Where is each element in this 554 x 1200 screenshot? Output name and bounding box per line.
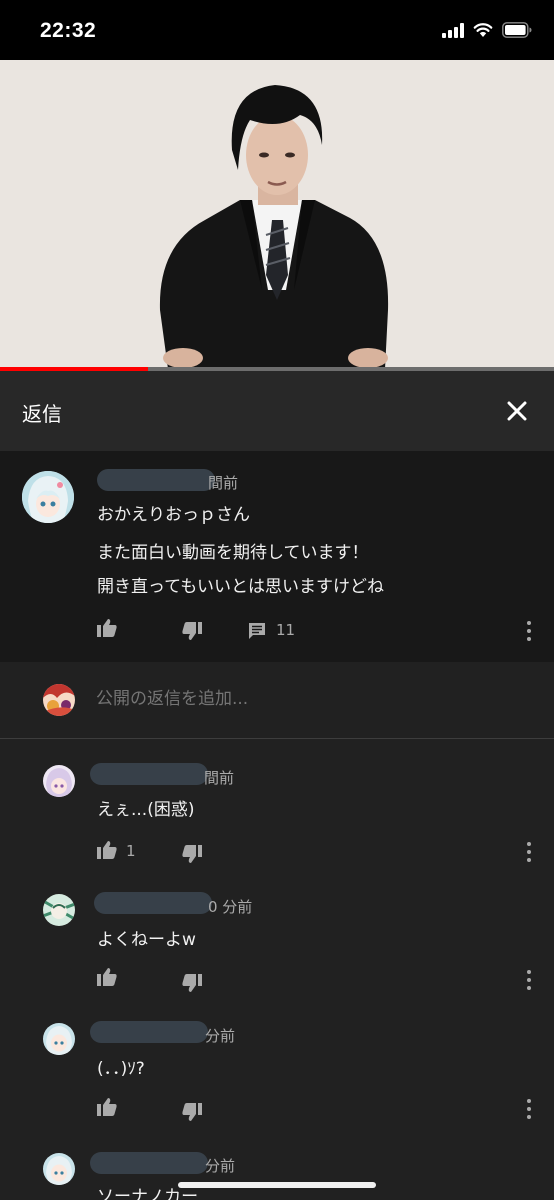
- reply-text: えぇ...(困惑): [97, 800, 195, 820]
- reply-timestamp: 0 分前: [208, 898, 253, 916]
- dislike-icon[interactable]: [182, 845, 202, 864]
- home-indicator[interactable]: [178, 1182, 376, 1188]
- reply-timestamp: 間前: [204, 769, 235, 787]
- author-name-blurred[interactable]: [97, 469, 215, 491]
- replies-header: 返信: [0, 371, 554, 451]
- add-reply-input[interactable]: [96, 689, 496, 709]
- comment-text-line-3: 開き直ってもいいとは思いますけどね: [97, 577, 384, 597]
- more-options-icon[interactable]: [526, 621, 532, 641]
- reply-text: よくねーよw: [97, 930, 196, 950]
- more-options-icon[interactable]: [526, 1099, 532, 1119]
- reply-avatar[interactable]: [43, 765, 75, 797]
- close-icon[interactable]: [502, 396, 532, 426]
- like-icon[interactable]: [97, 967, 117, 986]
- dislike-icon[interactable]: [182, 1103, 202, 1122]
- comment-timestamp: 間前: [208, 474, 239, 492]
- reply-author-name-blurred[interactable]: [90, 1152, 208, 1174]
- reply-icon[interactable]: [248, 622, 266, 640]
- like-icon[interactable]: [97, 618, 117, 637]
- video-player[interactable]: [0, 60, 554, 369]
- status-time: 22:32: [40, 19, 97, 42]
- reply-avatar[interactable]: [43, 894, 75, 926]
- add-reply-bar: [0, 662, 554, 739]
- like-count: 1: [126, 842, 136, 860]
- reply-author-name-blurred[interactable]: [90, 1021, 208, 1043]
- comment-text-line-2: また面白い動画を期待しています！: [97, 543, 369, 563]
- replies-title: 返信: [22, 402, 62, 426]
- wifi-icon: [473, 23, 493, 37]
- like-icon[interactable]: [97, 1097, 117, 1116]
- reply-count: 11: [276, 621, 296, 639]
- reply-avatar[interactable]: [43, 1153, 75, 1185]
- status-icons: [442, 22, 532, 38]
- reply-text: (．．)ｿ?: [97, 1059, 145, 1079]
- cellular-signal-icon: [442, 22, 464, 38]
- my-avatar: [43, 684, 75, 716]
- like-icon[interactable]: [97, 840, 117, 859]
- reply-timestamp: 分前: [205, 1027, 236, 1045]
- video-frame-person: [0, 60, 554, 369]
- status-bar: 22:32: [0, 0, 554, 60]
- reply-avatar[interactable]: [43, 1023, 75, 1055]
- comment-text-line-1: おかえりおっｐさん: [97, 505, 250, 525]
- reply-author-name-blurred[interactable]: [94, 892, 212, 914]
- dislike-icon[interactable]: [182, 974, 202, 993]
- reply-author-name-blurred[interactable]: [90, 763, 208, 785]
- reply-timestamp: 分前: [205, 1157, 236, 1175]
- dislike-icon[interactable]: [182, 622, 202, 641]
- battery-icon: [502, 22, 532, 38]
- more-options-icon[interactable]: [526, 970, 532, 990]
- more-options-icon[interactable]: [526, 842, 532, 862]
- avatar[interactable]: [22, 471, 74, 523]
- parent-comment: 間前 おかえりおっｐさん また面白い動画を期待しています！ 開き直ってもいいとは…: [0, 451, 554, 662]
